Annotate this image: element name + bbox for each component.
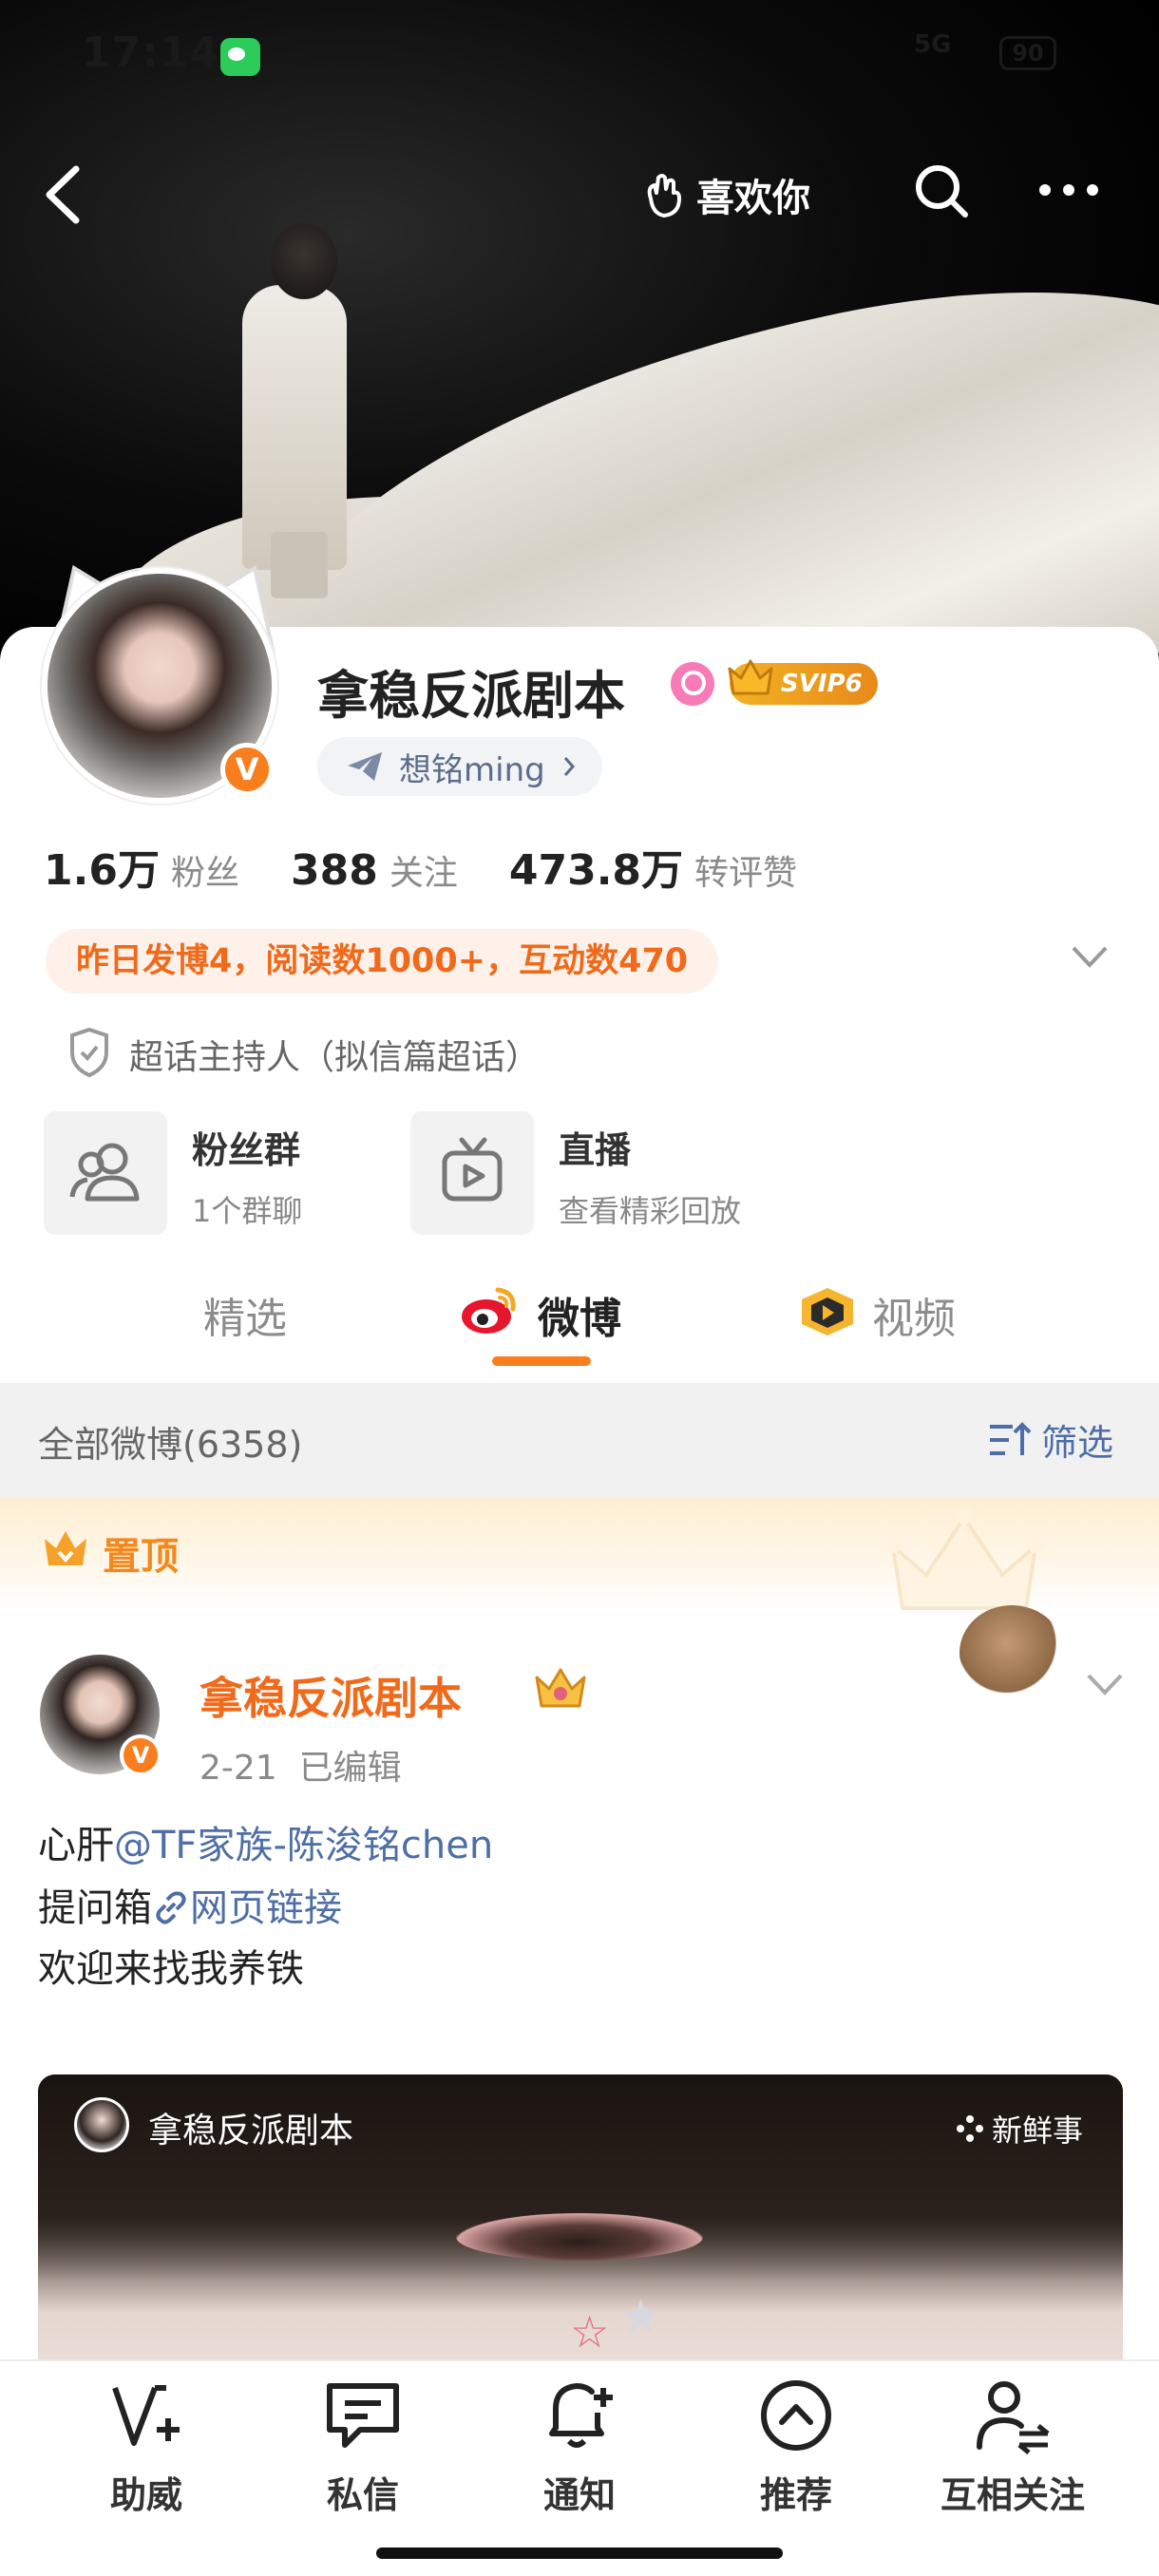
- fan-group-button[interactable]: [44, 1111, 167, 1235]
- post-meta: 2-21 已编辑: [200, 1740, 402, 1790]
- post-text-line: 提问箱 网页链接: [38, 1877, 342, 1932]
- like-you-button[interactable]: 喜欢你: [641, 163, 810, 226]
- messages-button[interactable]: 私信: [268, 2375, 458, 2518]
- tab-featured[interactable]: 精选: [203, 1284, 287, 1345]
- pinned-label: 置顶: [103, 1535, 179, 1579]
- related-account-name: 想铭ming: [399, 750, 545, 789]
- following-label[interactable]: 关注: [390, 845, 458, 895]
- filter-label: 筛选: [1041, 1422, 1114, 1464]
- mutual-follow-button[interactable]: 互相关注: [918, 2375, 1108, 2518]
- live-title[interactable]: 直播: [559, 1121, 631, 1173]
- messages-label: 私信: [326, 2474, 399, 2516]
- profile-stats: 1.6万 粉丝 388 关注 473.8万 转评赞: [44, 836, 848, 897]
- filter-sort-icon: [990, 1421, 1032, 1455]
- home-indicator[interactable]: [376, 2548, 783, 2559]
- post-author-name[interactable]: 拿稳反派剧本: [200, 1664, 462, 1727]
- mutual-follow-label: 互相关注: [940, 2474, 1085, 2516]
- paper-plane-icon: [348, 752, 382, 781]
- recommend-label: 推荐: [759, 2474, 832, 2516]
- notify-label: 通知: [542, 2474, 616, 2516]
- cheer-label: 助威: [109, 2474, 182, 2516]
- verified-badge-icon: V: [220, 743, 274, 796]
- cover-figure-head: [271, 223, 337, 299]
- like-you-label: 喜欢你: [696, 177, 810, 220]
- post-mention-link[interactable]: @TF家族-陈浚铭chen: [114, 1824, 493, 1867]
- tab-video[interactable]: 视频: [872, 1284, 956, 1345]
- weibo-logo-icon: [462, 1287, 516, 1334]
- chevron-right-icon: [563, 757, 575, 776]
- link-icon: [156, 1891, 186, 1924]
- mutual-follow-icon: [977, 2381, 1050, 2454]
- bear-sticker-icon: [960, 1605, 1064, 1700]
- followers-label[interactable]: 粉丝: [171, 845, 239, 895]
- followers-count[interactable]: 1.6万: [44, 836, 160, 897]
- female-gender-icon: [671, 662, 714, 706]
- live-subtitle: 查看精彩回放: [559, 1193, 742, 1229]
- fan-group-title[interactable]: 粉丝群: [192, 1121, 300, 1173]
- wechat-icon: [220, 38, 260, 76]
- cheer-v-icon: [112, 2385, 180, 2446]
- activity-summary[interactable]: 昨日发博4，阅读数1000+，互动数470: [46, 929, 719, 994]
- post-verified-badge-icon: V: [120, 1734, 162, 1776]
- post-text: 心肝: [38, 1824, 114, 1867]
- star-sticker-icon: ★: [619, 2289, 662, 2344]
- notify-button[interactable]: 通知: [484, 2375, 674, 2518]
- media-author-avatar: [74, 2097, 129, 2152]
- post-menu-chevron-icon[interactable]: [1083, 1668, 1127, 1700]
- post-author-crown-icon: [535, 1668, 586, 1708]
- post-text: 欢迎来找我养铁: [38, 1947, 304, 1991]
- pinned-crown-icon: [45, 1531, 86, 1565]
- recommend-button[interactable]: 推荐: [701, 2375, 891, 2518]
- related-account-chip[interactable]: 想铭ming: [317, 737, 602, 796]
- decorative-crown-icon: [884, 1508, 1044, 1610]
- live-button[interactable]: [410, 1111, 534, 1235]
- active-tab-indicator: [492, 1356, 591, 1366]
- following-count[interactable]: 388: [291, 846, 378, 895]
- video-hexagon-icon: [802, 1288, 853, 1335]
- post-media-eye: [456, 2213, 703, 2261]
- sparkle-icon: [957, 2115, 983, 2142]
- post-date: 2-21: [200, 1749, 277, 1788]
- more-icon[interactable]: [1036, 171, 1102, 209]
- all-posts-count: 全部微博(6358): [38, 1424, 303, 1466]
- crown-icon: [728, 659, 773, 695]
- bell-icon: [549, 2382, 613, 2448]
- reposts-likes-count[interactable]: 473.8万: [509, 836, 683, 897]
- cheer-button[interactable]: 助威: [51, 2375, 241, 2518]
- post-text-line: 心肝@TF家族-陈浚铭chen: [38, 1814, 493, 1869]
- post-web-link-label: 网页链接: [190, 1886, 342, 1930]
- message-icon: [327, 2383, 399, 2448]
- search-icon[interactable]: [912, 161, 971, 220]
- chevron-down-icon[interactable]: [1068, 940, 1112, 973]
- super-topic-host[interactable]: 超话主持人（拟信篇超话）: [129, 1030, 540, 1079]
- media-author-name: 拿稳反派剧本: [148, 2112, 354, 2150]
- live-tv-icon: [442, 1137, 503, 1202]
- signal-indicator: 5G: [914, 30, 952, 59]
- post-edited-flag: 已编辑: [298, 1749, 402, 1788]
- cover-figure: [242, 285, 347, 570]
- star-sticker-icon: ☆: [570, 2306, 610, 2358]
- reposts-likes-label[interactable]: 转评赞: [694, 845, 797, 895]
- post-text: 提问箱: [38, 1886, 152, 1930]
- media-tag-label: 新鲜事: [992, 2112, 1084, 2149]
- filter-button[interactable]: 筛选: [988, 1413, 1113, 1466]
- back-icon[interactable]: [38, 161, 95, 228]
- group-icon: [69, 1143, 140, 1202]
- post-web-link[interactable]: 网页链接: [152, 1886, 342, 1930]
- fan-group-subtitle: 1个群聊: [192, 1193, 303, 1229]
- battery-icon: 90: [999, 36, 1056, 70]
- tab-weibo[interactable]: 微博: [538, 1284, 621, 1345]
- shield-icon: [70, 1027, 108, 1078]
- username: 拿稳反派剧本: [317, 666, 625, 726]
- status-time: 17:14: [82, 28, 220, 77]
- recommend-icon: [761, 2380, 831, 2451]
- media-tag: 新鲜事: [956, 2107, 1083, 2150]
- hand-heart-icon: [647, 174, 681, 218]
